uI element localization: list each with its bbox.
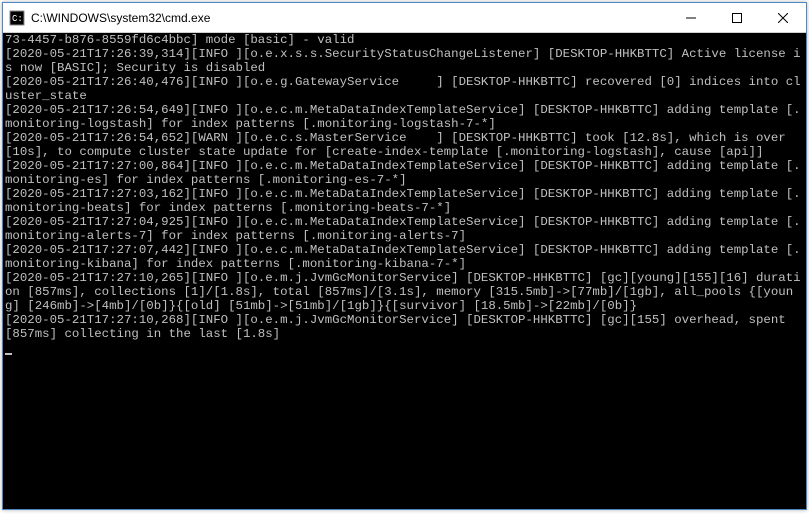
titlebar[interactable]: C: C:\WINDOWS\system32\cmd.exe bbox=[3, 3, 806, 33]
svg-text:C:: C: bbox=[12, 14, 23, 24]
minimize-icon bbox=[686, 13, 696, 23]
close-button[interactable] bbox=[760, 3, 806, 32]
cmd-icon: C: bbox=[9, 10, 25, 26]
maximize-button[interactable] bbox=[714, 3, 760, 32]
console-text: 73-4457-b876-8559fd6c4bbc] mode [basic] … bbox=[5, 33, 801, 341]
maximize-icon bbox=[732, 13, 742, 23]
cmd-window: C: C:\WINDOWS\system32\cmd.exe 73-4457-b… bbox=[2, 2, 807, 510]
window-title: C:\WINDOWS\system32\cmd.exe bbox=[31, 11, 668, 25]
minimize-button[interactable] bbox=[668, 3, 714, 32]
close-icon bbox=[778, 13, 788, 23]
cursor bbox=[5, 353, 12, 355]
window-controls bbox=[668, 3, 806, 32]
console-output[interactable]: 73-4457-b876-8559fd6c4bbc] mode [basic] … bbox=[3, 33, 806, 509]
